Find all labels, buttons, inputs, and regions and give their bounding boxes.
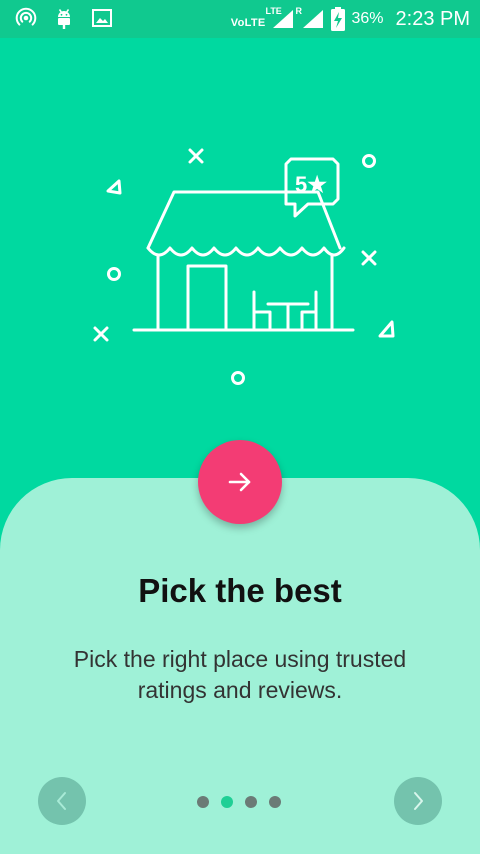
onboarding-title: Pick the best <box>138 572 342 609</box>
clock: 2:23 PM <box>395 7 470 30</box>
awning <box>146 246 346 257</box>
battery-charging-icon <box>331 7 346 31</box>
chair-left <box>252 290 272 332</box>
lte-tag: LTE <box>265 6 282 16</box>
arrow-right-icon <box>228 472 251 492</box>
previous-button[interactable] <box>38 777 86 825</box>
triangle-icon <box>106 179 122 195</box>
android-icon <box>58 9 70 29</box>
cross-icon <box>361 250 377 266</box>
page-dot <box>269 796 281 808</box>
chevron-right-icon <box>414 792 423 810</box>
next-button[interactable] <box>394 777 442 825</box>
onboarding-description: Pick the right place using trusted ratin… <box>73 646 407 703</box>
circle-icon <box>107 267 121 281</box>
battery-percent: 36% <box>351 10 384 27</box>
roaming-tag: R <box>295 6 302 16</box>
lte-signal-icon: LTE <box>265 6 295 30</box>
cross-icon <box>93 326 109 342</box>
status-right: VoLTE LTE R 36% 2:23 PM <box>231 4 470 34</box>
store-illustration: 5★ <box>93 148 395 385</box>
status-bar: VoLTE LTE R 36% 2:23 PM <box>0 0 480 38</box>
chevron-left-icon <box>57 792 66 810</box>
circle-icon <box>231 371 245 385</box>
status-left-icons <box>14 6 114 30</box>
triangle-icon <box>378 320 395 338</box>
volte-label: VoLTE <box>230 17 266 29</box>
page-dot <box>245 796 257 808</box>
door <box>186 264 228 332</box>
page-indicator <box>197 796 281 808</box>
roaming-signal-icon: R <box>295 6 325 30</box>
page-dot <box>197 796 209 808</box>
image-icon <box>92 9 112 27</box>
rating-badge-text: 5★ <box>295 172 327 197</box>
circle-icon <box>362 154 376 168</box>
hotspot-icon <box>15 7 37 26</box>
page-dot-active <box>221 796 233 808</box>
next-fab-button[interactable] <box>198 440 282 524</box>
chair-right <box>300 290 318 332</box>
roof <box>146 190 342 250</box>
cross-icon <box>188 148 204 164</box>
